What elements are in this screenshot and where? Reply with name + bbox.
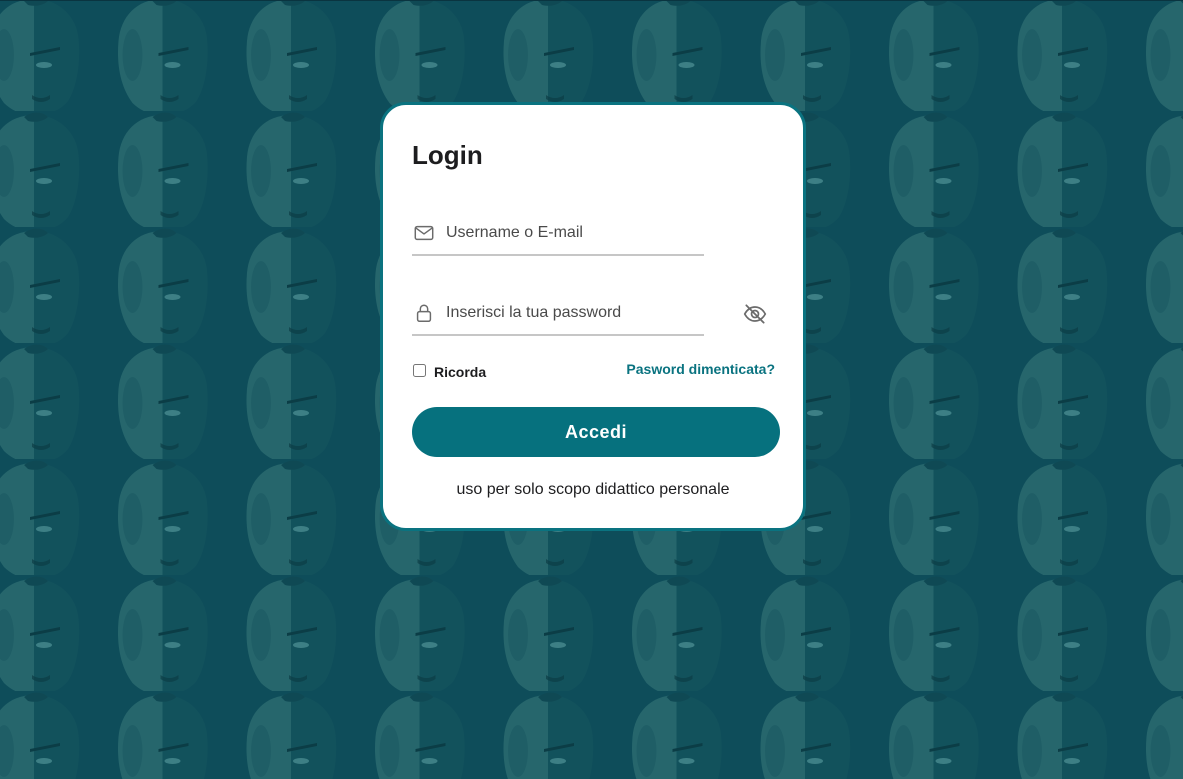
password-input[interactable] <box>446 298 696 328</box>
mail-icon <box>414 225 434 241</box>
disclaimer-text: uso per solo scopo didattico personale <box>456 481 730 498</box>
remember-label: Ricorda <box>434 364 487 380</box>
login-button[interactable]: Accedi <box>412 407 780 457</box>
remember-checkbox[interactable] <box>413 363 426 377</box>
password-field-group <box>412 292 704 336</box>
login-title: Login <box>412 140 483 170</box>
lock-icon <box>416 304 432 322</box>
username-input[interactable] <box>446 218 696 248</box>
username-field-group <box>412 212 704 256</box>
login-card: Login Ricorda Pasword dimenticata? Acced… <box>380 102 806 531</box>
eye-off-icon[interactable] <box>742 301 768 327</box>
forgot-password-link[interactable]: Pasword dimenticata? <box>626 361 775 377</box>
remember-me[interactable]: Ricorda <box>413 360 486 380</box>
